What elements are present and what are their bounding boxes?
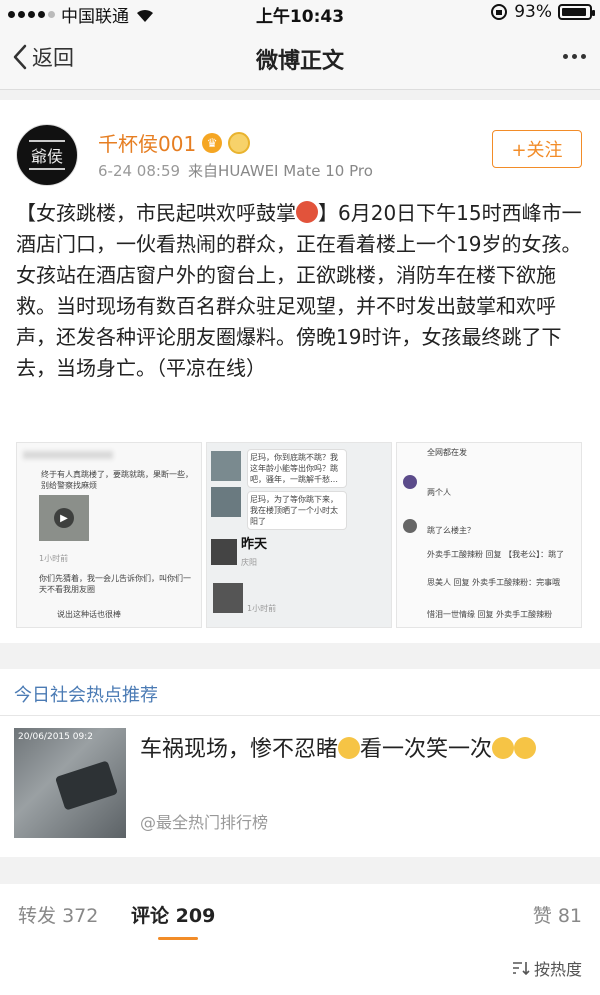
active-tab-indicator	[158, 937, 198, 940]
comment-label: 评论	[131, 905, 170, 927]
more-options-icon[interactable]	[563, 54, 586, 59]
chevron-left-icon	[13, 44, 27, 70]
t3-top: 全网都在发	[427, 448, 467, 457]
page-title: 微博正文	[255, 49, 344, 74]
sort-label: 按热度	[533, 960, 582, 979]
hot-headline-part1: 车祸现场，惨不忍睹	[140, 737, 339, 762]
hot-source[interactable]: @最全热门排行榜	[140, 809, 268, 833]
moment-image	[213, 583, 243, 613]
t3-reply3: 惜泪一世情缘 回复 外卖手工酸辣粉	[427, 610, 553, 619]
t2-label: 昨天	[241, 537, 268, 552]
post-card: 爺侯 千杯侯001 ♛ 6-24 08:59 来自HUAWEI Mate 10 P…	[0, 100, 600, 643]
comment-count: 209	[175, 905, 216, 927]
crying-laugh-emoji-icon	[338, 737, 361, 759]
moment-avatar	[211, 539, 237, 565]
t1-reply1: 你们先猜着，我一会儿告诉你们，叫你们一天不看我朋友圈	[39, 574, 191, 594]
play-icon: ▶	[54, 508, 74, 528]
status-right: 93%	[490, 2, 595, 22]
post-image-3[interactable]: 全网都在发 两个人 跳了么楼主？ 外卖手工酸辣粉 回复 【我老公】：跳了 思美人…	[396, 442, 582, 628]
t1-comment: 终于有人真跳楼了，要跳就跳，果断一些，别给警察找麻烦	[41, 470, 193, 490]
status-bar: 中国联通 上午10:43 93%	[0, 0, 600, 27]
t2-sub: 庆阳	[241, 558, 257, 567]
sort-icon	[512, 962, 530, 975]
t2-chat1: 尼玛，你到底跳不跳？我这年龄小能等出你吗？跳吧，骚年，一跳解千愁…	[247, 449, 347, 488]
hot-thumb-stamp: 20/06/2015 09:2	[18, 732, 93, 742]
t2-time: 1小时前	[247, 604, 277, 613]
t3-question: 跳了么楼主？	[427, 526, 475, 535]
username[interactable]: 千杯侯001	[98, 128, 196, 157]
sort-button[interactable]: 按热度	[512, 956, 582, 980]
post-images: 终于有人真跳楼了，要跳就跳，果断一些，别给警察找麻烦 ▶ 1小时前 你们先猜着，…	[16, 442, 582, 628]
battery-icon	[558, 4, 595, 20]
tab-forward[interactable]: 转发 372	[18, 901, 98, 928]
crying-laugh-emoji-icon	[514, 737, 537, 759]
like-count: 81	[557, 905, 582, 927]
comment-avatar-2	[403, 519, 417, 533]
post-source: 来自HUAWEI Mate 10 Pro	[188, 162, 373, 180]
t1-reply2: 说出这种话也很棒	[57, 610, 121, 619]
hot-recommendation-card: 今日社会热点推荐 20/06/2015 09:2 车祸现场，惨不忍睹 看一次笑一次…	[0, 669, 600, 857]
t3-two: 两个人	[427, 488, 451, 497]
battery-percent: 93%	[514, 2, 552, 22]
hot-headline-part2: 看一次笑一次	[360, 737, 493, 762]
like-label: 赞	[532, 905, 552, 927]
chat-avatar-1	[211, 451, 241, 481]
t3-reply1: 外卖手工酸辣粉 回复 【我老公】：跳了	[427, 550, 565, 559]
username-row: 千杯侯001 ♛	[98, 128, 251, 157]
post-text: 【女孩跳楼，市民起哄欢呼鼓掌 】6月20日下午15时西峰市一酒店门口，一伙看热闹的…	[16, 198, 584, 384]
back-button[interactable]: 返回	[12, 42, 74, 72]
post-meta: 6-24 08:59 来自HUAWEI Mate 10 Pro	[98, 160, 373, 181]
back-label: 返回	[32, 46, 74, 70]
forward-count: 372	[62, 905, 99, 927]
crying-laugh-emoji-icon	[492, 737, 515, 759]
chat-avatar-2	[211, 487, 241, 517]
follow-button[interactable]: +关注	[492, 130, 582, 168]
t1-time: 1小时前	[39, 554, 69, 563]
hot-section-title: 今日社会热点推荐	[14, 685, 158, 706]
nav-bar: 返回 微博正文	[0, 26, 600, 90]
tab-comment[interactable]: 评论 209	[131, 901, 215, 928]
post-text-part2: 】6月20日下午15时西峰市一酒店门口，一伙看热闹的群众，正在看着楼上一个19岁…	[16, 201, 582, 380]
post-image-2[interactable]: 尼玛，你到底跳不跳？我这年龄小能等出你吗？跳吧，骚年，一跳解千愁… 尼玛，为了等…	[206, 442, 392, 628]
hot-headline[interactable]: 车祸现场，惨不忍睹 看一次笑一次	[140, 733, 586, 767]
post-date: 6-24 08:59	[98, 162, 181, 180]
avatar[interactable]: 爺侯	[16, 124, 78, 186]
post-image-1[interactable]: 终于有人真跳楼了，要跳就跳，果断一些，别给警察找麻烦 ▶ 1小时前 你们先猜着，…	[16, 442, 202, 628]
video-thumbnail: ▶	[39, 495, 89, 541]
t2-chat2: 尼玛，为了等你跳下来，我在楼顶晒了一个小时太阳了	[247, 491, 347, 530]
avatar-logo-text: 爺侯	[28, 140, 65, 170]
car-image	[54, 760, 119, 811]
forward-label: 转发	[18, 905, 57, 927]
divider	[0, 715, 600, 716]
interaction-tabs: 转发 372 评论 209 赞 81 按热度	[0, 884, 600, 995]
comment-avatar-1	[403, 475, 417, 489]
post-text-part1: 【女孩跳楼，市民起哄欢呼鼓掌	[16, 201, 296, 225]
vip-crown-icon: ♛	[202, 132, 223, 153]
angry-emoji-icon	[296, 201, 318, 223]
orientation-lock-icon	[491, 4, 508, 20]
hot-thumbnail[interactable]: 20/06/2015 09:2	[14, 728, 126, 838]
medal-icon	[228, 131, 251, 154]
t3-reply2: 思美人 回复 外卖手工酸辣粉：完事哦	[427, 578, 561, 587]
tab-like[interactable]: 赞 81	[533, 901, 582, 928]
